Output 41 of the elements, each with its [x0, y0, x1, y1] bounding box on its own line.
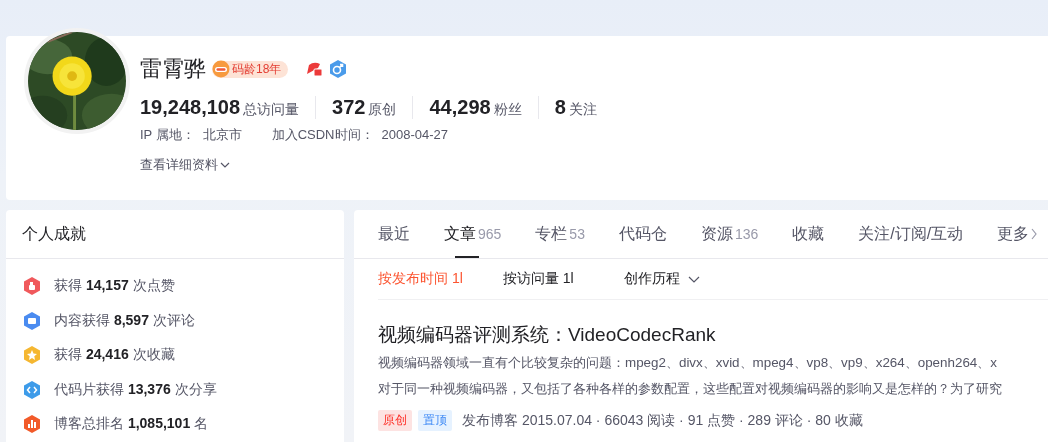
original-tag: 原创 — [378, 410, 412, 431]
info-value: 2008-04-27 — [381, 127, 448, 142]
stat-value: 372 — [332, 95, 366, 119]
details-link[interactable]: 查看详细资料 — [140, 156, 230, 174]
info-value: 北京市 — [202, 127, 242, 142]
tab[interactable]: 专栏 53 — [535, 210, 585, 258]
caret-icon — [220, 162, 230, 168]
tab[interactable]: 文章965 — [444, 210, 502, 258]
stat-label: 关注 — [568, 100, 597, 119]
stat-value: 19,248,108 — [140, 95, 241, 119]
article-meta: 发布博客 2015.07.04 · 66043 阅读 · 91 点赞 · 289 评论 · 80 收藏 — [462, 411, 863, 430]
tab[interactable]: 收藏 — [792, 210, 825, 258]
achievement-text: 获得 24,416 次收藏 — [54, 346, 175, 365]
tab[interactable]: 代码仓 — [618, 210, 667, 258]
coding-age-badge: 码龄18年 — [212, 60, 289, 78]
history-dropdown[interactable]: 创作历程 — [623, 270, 700, 288]
article-excerpt: 视频编码器领域一直有个比较复杂的问题：mpeg2、divx、xvid、mpeg4、vp8、vp9、x264、openh264、x — [378, 354, 998, 372]
pinned-tag: 置顶 — [418, 410, 452, 431]
caret-icon — [687, 275, 700, 283]
achievement-text: 代码片获得 13,376 次分享 — [54, 380, 217, 399]
stat-value: 44,298 — [429, 95, 491, 119]
article-excerpt: 对于同一种视频编码器，又包括了各种各样的参数配置，这些配置对视频编码器的影响又是怎样的？为了研究 — [378, 380, 1003, 398]
tab[interactable]: 关注/订阅/互动 — [858, 210, 964, 258]
male-icon — [328, 59, 349, 79]
stat-label: 粉丝 — [493, 100, 522, 119]
user-name: 雷霄骅 — [140, 55, 206, 83]
stat-label: 原创 — [368, 100, 397, 119]
sort-option[interactable]: 按访问量 1l — [502, 270, 574, 288]
achievement-text: 内容获得 8,597 次评论 — [54, 311, 195, 330]
article-title[interactable]: 视频编码器评测系统：VideoCodecRank — [378, 322, 1048, 348]
tab[interactable]: 资源 136 — [700, 210, 759, 258]
card-title: 个人成就 — [22, 223, 86, 244]
info-label: IP 属地： — [140, 127, 195, 142]
stat-value: 8 — [554, 95, 566, 119]
chevron-right-icon — [1031, 228, 1039, 240]
tab[interactable]: 最近 — [378, 210, 410, 258]
tab[interactable]: 更多 — [997, 210, 1039, 258]
achievement-text: 博客总排名 1,085,101 名 — [54, 415, 209, 434]
info-label: 加入CSDN时间： — [271, 127, 374, 142]
achievement-text: 获得 14,157 次点赞 — [54, 277, 175, 296]
stat-label: 总访问量 — [243, 100, 300, 119]
